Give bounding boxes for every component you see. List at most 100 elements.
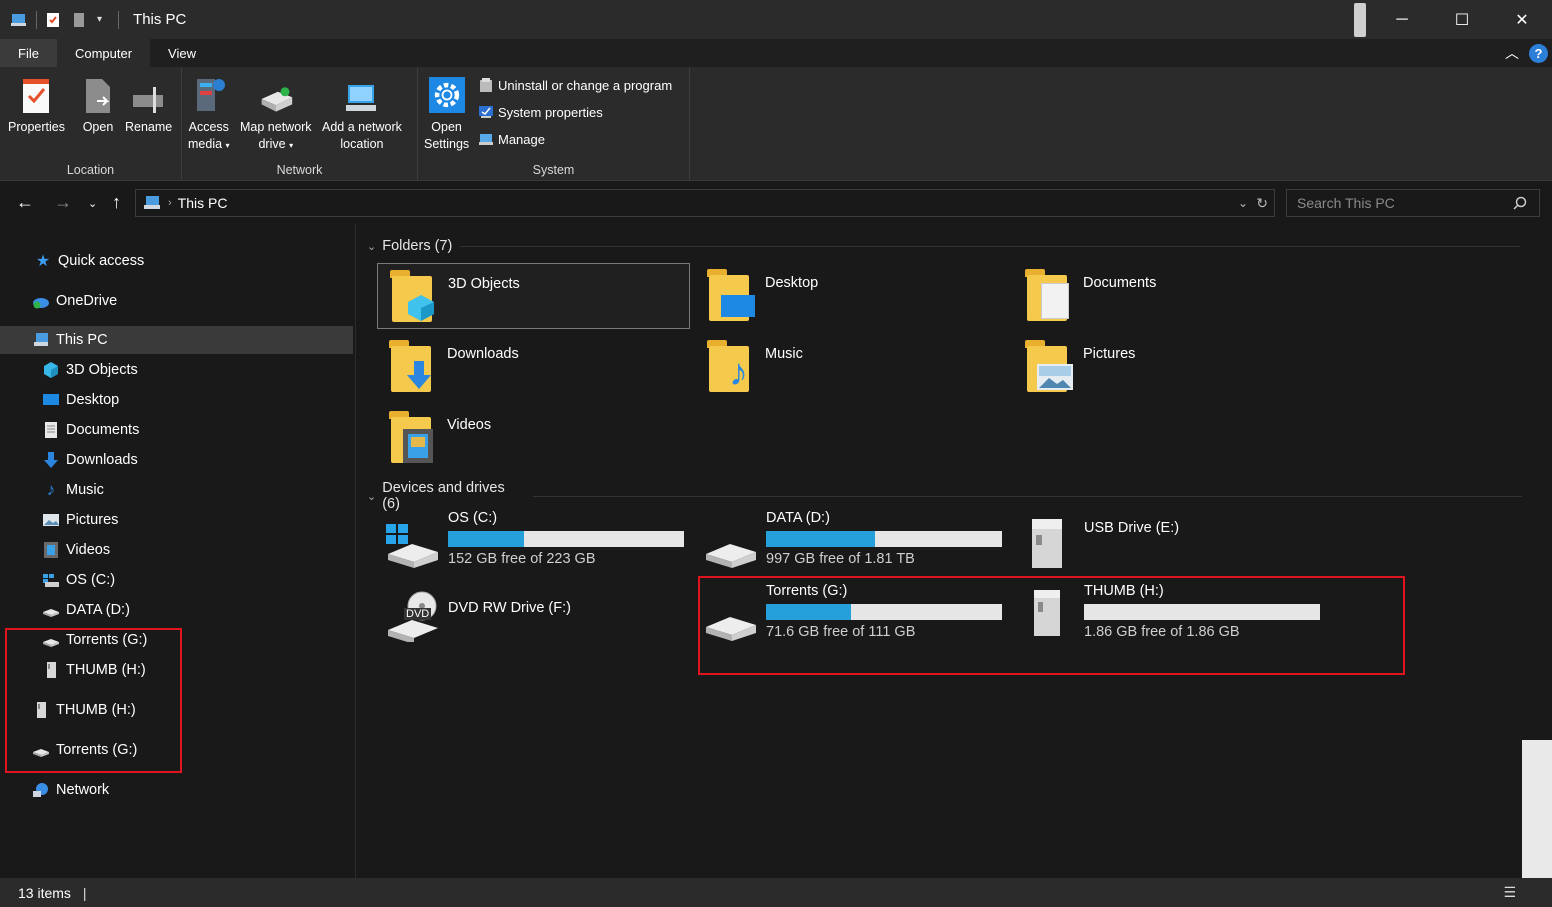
sidebar-item-network[interactable]: Network	[0, 776, 353, 804]
collapse-ribbon-icon[interactable]: ︿	[1505, 43, 1519, 63]
system-properties-label: System properties	[498, 104, 603, 120]
folder-tile-videos[interactable]: Videos	[377, 405, 690, 471]
navigation-row: ← → ⌄ ↑ › This PC ⌄ ↻ Search This PC	[0, 182, 1552, 224]
properties-button[interactable]: Properties	[8, 73, 65, 136]
sidebar-item-documents[interactable]: Documents	[0, 416, 353, 444]
collapse-chevron-icon[interactable]: ⌄	[367, 490, 376, 503]
sidebar-item-videos[interactable]: Videos	[0, 536, 353, 564]
rename-label: Rename	[125, 120, 173, 134]
rename-button[interactable]: Rename	[125, 73, 172, 136]
sidebar-item-os-c[interactable]: OS (C:)	[0, 566, 353, 594]
open-settings-label-2: Settings	[424, 137, 470, 151]
rename-icon	[132, 87, 163, 113]
folders-header-label: Folders (7)	[382, 238, 453, 254]
folder-tile-documents[interactable]: Documents	[1013, 263, 1326, 329]
minimize-button[interactable]: ─	[1372, 0, 1432, 39]
sidebar-label: This PC	[56, 332, 108, 348]
drive-name: USB Drive (E:)	[1084, 520, 1180, 536]
manage-button[interactable]: Manage	[478, 131, 545, 147]
collapse-chevron-icon[interactable]: ⌄	[367, 240, 376, 253]
star-icon: ★	[35, 253, 51, 270]
folder-desktop-icon	[707, 267, 759, 323]
help-icon[interactable]: ?	[1529, 43, 1548, 63]
drive-tile-data-d[interactable]: DATA (D:) 997 GB free of 1.81 TB	[696, 510, 1006, 574]
sidebar-item-downloads[interactable]: Downloads	[0, 446, 353, 474]
search-icon[interactable]	[1513, 196, 1527, 210]
drive-usage-fill	[448, 531, 524, 547]
tab-computer[interactable]: Computer	[56, 39, 151, 67]
drive-usage-bar	[766, 531, 1002, 547]
folder-tile-pictures[interactable]: Pictures	[1013, 334, 1326, 400]
cube-icon	[44, 362, 58, 378]
refresh-icon[interactable]: ↻	[1256, 195, 1268, 212]
folder-tile-3d-objects[interactable]: 3D Objects	[377, 263, 690, 329]
drive-tile-os-c[interactable]: OS (C:) 152 GB free of 223 GB	[378, 510, 688, 574]
close-button[interactable]: ✕	[1492, 0, 1552, 39]
up-arrow-icon[interactable]: ↑	[112, 192, 121, 213]
open-settings-button[interactable]: Open Settings	[424, 73, 469, 153]
breadcrumb-this-pc[interactable]: This PC	[178, 195, 228, 211]
sidebar-item-3d-objects[interactable]: 3D Objects	[0, 356, 353, 384]
sidebar-item-pictures[interactable]: Pictures	[0, 506, 353, 534]
search-input[interactable]: Search This PC	[1286, 189, 1540, 217]
sidebar-item-this-pc[interactable]: This PC	[0, 326, 353, 354]
add-network-location-button[interactable]: Add a network location	[322, 73, 402, 153]
drive-free-space: 997 GB free of 1.81 TB	[766, 551, 915, 567]
add-location-label-1: Add a network	[322, 120, 402, 134]
uninstall-program-button[interactable]: Uninstall or change a program	[478, 77, 672, 93]
uninstall-label: Uninstall or change a program	[498, 77, 673, 93]
sidebar-label: Pictures	[66, 512, 119, 528]
address-history-icon[interactable]: ⌄	[1238, 196, 1248, 210]
tab-view[interactable]: View	[150, 39, 214, 67]
sidebar-label: Downloads	[66, 452, 138, 468]
sidebar-item-desktop[interactable]: Desktop	[0, 386, 353, 414]
drive-tile-dvd-f[interactable]: DVD DVD RW Drive (F:)	[378, 591, 688, 656]
forward-arrow-icon[interactable]: →	[54, 192, 72, 213]
access-media-label-2-row: media ▾	[188, 136, 230, 154]
folder-music-icon: ♪	[707, 338, 759, 394]
properties-quick-icon[interactable]	[45, 12, 61, 28]
properties-icon	[23, 79, 50, 113]
back-arrow-icon[interactable]: ←	[16, 192, 34, 213]
sidebar-item-onedrive[interactable]: OneDrive	[0, 287, 353, 315]
group-label-location: Location	[66, 163, 115, 177]
group-divider	[532, 495, 1522, 497]
properties-label: Properties	[8, 120, 65, 134]
breadcrumb-chevron-icon[interactable]: ›	[168, 197, 172, 209]
devices-group-header[interactable]: ⌄ Devices and drives (6)	[367, 480, 1522, 512]
tab-file[interactable]: File	[0, 39, 57, 67]
dvd-label: DVD	[404, 608, 432, 620]
usb-drive-icon	[1032, 519, 1062, 568]
sidebar-item-music[interactable]: ♪ Music	[0, 476, 353, 504]
customize-quick-access-icon[interactable]: ▾	[97, 14, 102, 25]
folders-group-header[interactable]: ⌄ Folders (7)	[367, 238, 1521, 254]
system-properties-button[interactable]: System properties	[478, 104, 603, 120]
open-label: Open	[82, 120, 114, 134]
floating-side-widget[interactable]	[1522, 740, 1552, 878]
new-folder-quick-icon[interactable]	[71, 12, 87, 28]
sidebar-label: 3D Objects	[66, 362, 138, 378]
access-media-button[interactable]: Access media ▾	[188, 73, 230, 154]
details-view-icon[interactable]: ☰	[1503, 884, 1516, 901]
maximize-button[interactable]: ☐	[1432, 0, 1492, 39]
add-location-label-2: location	[340, 137, 384, 151]
videos-icon	[44, 542, 58, 558]
folder-tile-desktop[interactable]: Desktop	[695, 263, 1008, 329]
recent-locations-icon[interactable]: ⌄	[88, 197, 97, 210]
sidebar-item-data-d[interactable]: DATA (D:)	[0, 596, 353, 624]
network-location-icon	[345, 85, 376, 111]
address-bar[interactable]: › This PC ⌄ ↻	[135, 189, 1275, 217]
folder-tile-downloads[interactable]: Downloads	[377, 334, 690, 400]
sidebar-item-quick-access[interactable]: ★ Quick access	[0, 247, 353, 275]
drive-icon	[706, 544, 756, 568]
drive-tile-usb-e[interactable]: USB Drive (E:)	[1014, 510, 1324, 574]
folder-tile-music[interactable]: ♪ Music	[695, 334, 1008, 400]
open-button[interactable]: Open	[80, 73, 116, 136]
map-network-drive-button[interactable]: Map network drive ▾	[240, 73, 312, 154]
ribbon-group-network: Access media ▾ Map network drive ▾ Add a…	[182, 67, 418, 181]
navigation-pane: ★ Quick access OneDrive This PC 3D Objec…	[0, 224, 356, 878]
titlebar-divider-2	[118, 10, 120, 29]
titlebar-scroll-handle[interactable]	[1354, 3, 1366, 37]
ribbon-group-location: Properties Open Rename Location	[0, 67, 182, 181]
folder-3d-objects-icon	[390, 268, 442, 324]
